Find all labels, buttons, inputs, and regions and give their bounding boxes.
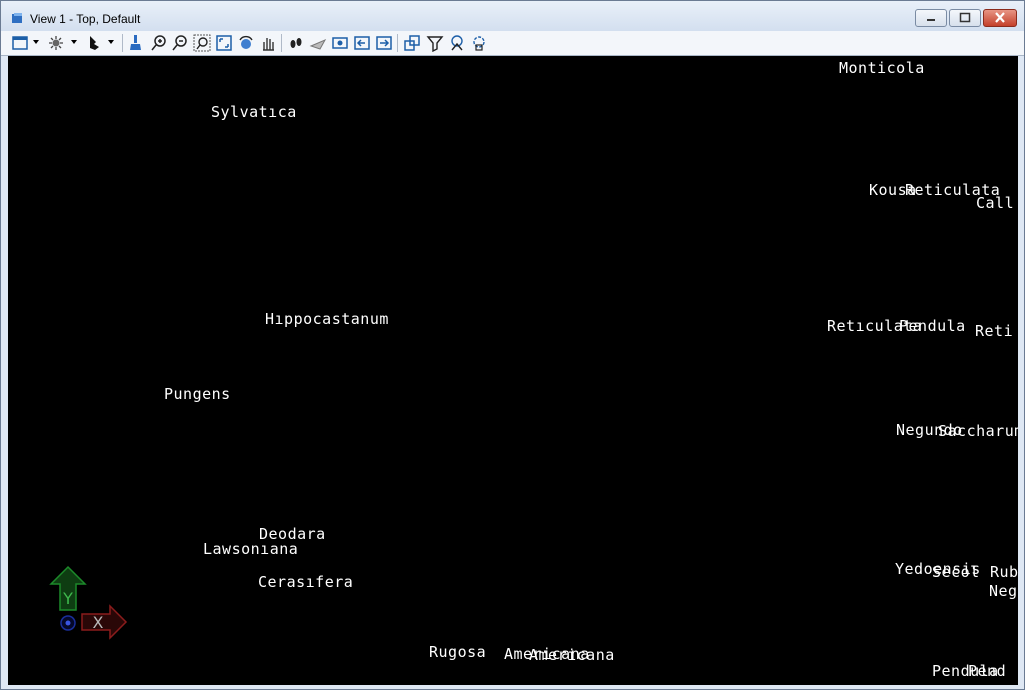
maximize-button[interactable] — [949, 9, 981, 27]
toolbar-separator — [397, 34, 398, 52]
plant-label-hippocastanum: Hıppocastanum — [265, 310, 389, 328]
plant-label-rugosa: Rugosa — [429, 643, 487, 661]
plant-label-secol: Secol — [932, 563, 980, 581]
minimize-button[interactable] — [915, 9, 947, 27]
title-bar[interactable]: View 1 - Top, Default — [1, 1, 1024, 31]
view-axis-triad: Y X — [48, 564, 138, 644]
plant-label-saccharum: Saccharum — [938, 422, 1018, 440]
y-axis-arrow: Y — [49, 565, 87, 611]
window-bottom-border — [1, 685, 1024, 689]
window-area-icon[interactable] — [193, 34, 211, 52]
clear-icon[interactable] — [127, 34, 145, 52]
plant-label-lawsoniana: Lawsonıana — [203, 540, 299, 558]
plant-label-call: Call — [976, 194, 1015, 212]
view-next-icon[interactable] — [353, 34, 371, 52]
toolbar-separator — [122, 34, 123, 52]
zoom-in-icon[interactable] — [150, 34, 168, 52]
plant-label-reti: Reti — [975, 322, 1014, 340]
view-previous-icon[interactable] — [331, 34, 349, 52]
fit-view-icon[interactable] — [215, 34, 233, 52]
pan-view-icon[interactable] — [259, 34, 277, 52]
lighting-icon[interactable] — [47, 34, 65, 52]
plant-label-sylvatica: Sylvatıca — [211, 103, 297, 121]
zoom-out-icon[interactable] — [171, 34, 189, 52]
copy-view-icon[interactable] — [375, 34, 393, 52]
chevron-down-icon[interactable] — [33, 40, 39, 44]
bing-icon[interactable] — [85, 34, 103, 52]
view-window: View 1 - Top, Default Monticola Sylvatıc… — [0, 0, 1025, 690]
chevron-down-icon[interactable] — [71, 40, 77, 44]
x-axis-arrow: X — [81, 604, 128, 640]
window-title: View 1 - Top, Default — [30, 12, 141, 26]
view-window-icon — [11, 11, 23, 23]
plant-label-pendula: Pendula — [899, 317, 966, 335]
view-attributes-icon[interactable] — [11, 34, 29, 52]
plant-label-pungens: Pungens — [164, 385, 231, 403]
plant-label-americana: Americana — [529, 646, 615, 664]
plant-label-monticola: Monticola — [839, 59, 925, 77]
toolbar-separator — [281, 34, 282, 52]
chevron-down-icon[interactable] — [108, 40, 114, 44]
plant-label-rub: Rub — [990, 563, 1018, 581]
model-viewport[interactable]: Monticola Sylvatıca Kousa Reticulata Cal… — [8, 56, 1018, 685]
walk-icon[interactable] — [287, 34, 305, 52]
camera-icon[interactable] — [448, 34, 466, 52]
plant-label-cerasifera: Cerasıfera — [258, 573, 354, 591]
view-toolbar — [1, 31, 1024, 56]
close-button[interactable] — [983, 9, 1017, 27]
plant-label-neg: Neg — [989, 582, 1018, 600]
x-axis-label: X — [93, 613, 104, 632]
clip-mask-icon[interactable] — [426, 34, 444, 52]
render-icon[interactable] — [470, 34, 488, 52]
plant-label-pendula: Pend — [968, 662, 1007, 680]
y-axis-label: Y — [62, 589, 73, 608]
fly-icon[interactable] — [309, 34, 327, 52]
rotate-view-icon[interactable] — [237, 34, 255, 52]
clip-volume-icon[interactable] — [403, 34, 421, 52]
z-axis-marker — [60, 615, 76, 631]
